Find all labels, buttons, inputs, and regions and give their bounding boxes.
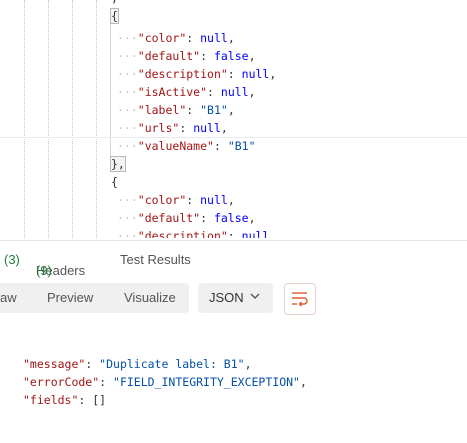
format-dropdown[interactable]: JSON: [198, 283, 273, 313]
view-mode-visualize[interactable]: Visualize: [124, 290, 176, 305]
code-line: {: [110, 7, 119, 25]
matched-brace: },: [110, 156, 126, 172]
matched-brace: {: [110, 8, 119, 24]
tab-test-results[interactable]: Test Results: [120, 252, 191, 267]
code-line: ···"urls": null,: [117, 121, 228, 135]
wrap-lines-icon: [292, 292, 308, 307]
code-line: ,: [111, 0, 118, 7]
format-dropdown-label: JSON: [209, 290, 244, 305]
code-line: ···"color": null,: [117, 193, 235, 207]
response-toolbar: aw Preview Visualize JSON: [0, 283, 467, 315]
response-line: "fields": []: [23, 393, 107, 407]
code-line: ···"description": null,: [117, 67, 277, 81]
indent-guide: [24, 0, 25, 238]
code-line: ···"default": false,: [117, 211, 256, 225]
code-line: },: [110, 155, 126, 173]
indent-guide: [72, 0, 73, 238]
view-mode-selector: aw Preview Visualize: [0, 283, 189, 313]
code-line: ···"default": false,: [117, 49, 256, 63]
response-tabs: (3) Headers (9) Test Results: [0, 240, 467, 279]
code-line: ···"description": null,: [117, 229, 277, 238]
chevron-down-icon: [250, 293, 260, 299]
request-body-editor[interactable]: , { ···"color": null, ···"default": fals…: [0, 0, 467, 238]
tab-count-partial[interactable]: (3): [4, 252, 20, 267]
view-mode-raw[interactable]: aw: [0, 290, 17, 305]
tab-headers-count: (9): [36, 263, 52, 278]
code-line: ···"color": null,: [117, 31, 235, 45]
bracket-match-guide: [110, 8, 111, 156]
view-mode-preview[interactable]: Preview: [47, 290, 93, 305]
code-line: ···"label": "B1",: [117, 103, 235, 117]
code-line: ···"isActive": null,: [117, 85, 256, 99]
wrap-lines-button[interactable]: [284, 283, 316, 315]
code-line: ···"valueName": "B1": [117, 139, 256, 153]
indent-guide: [48, 0, 49, 238]
indent-guide: [96, 0, 97, 238]
response-line: "errorCode": "FIELD_INTEGRITY_EXCEPTION"…: [23, 375, 307, 389]
response-line: "message": "Duplicate label: B1",: [23, 357, 252, 371]
code-line: {: [111, 175, 118, 189]
